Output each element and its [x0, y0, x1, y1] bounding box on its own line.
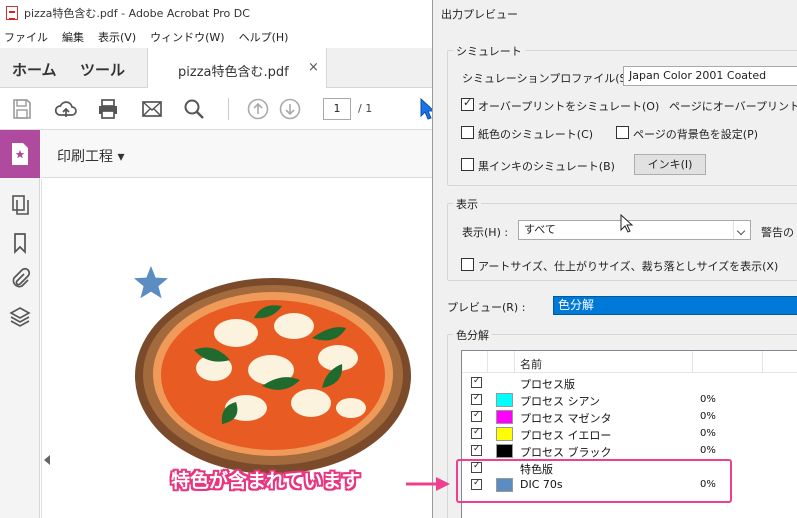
tab-document[interactable]: pizza特色含む.pdf ×	[147, 48, 327, 89]
print-production-rail-button[interactable]	[0, 130, 40, 178]
list-header: 名前	[462, 351, 797, 373]
dialog-title: 出力プレビュー	[441, 8, 518, 21]
layers-icon[interactable]	[8, 305, 32, 329]
collapse-panel-icon[interactable]	[44, 455, 50, 465]
print-production-icon	[12, 143, 28, 165]
profile-value: Japan Color 2001 Coated	[629, 69, 767, 82]
separation-checkbox[interactable]	[471, 376, 482, 388]
menu-bar: ファイル 編集 表示(V) ウィンドウ(W) ヘルプ(H)	[0, 26, 432, 48]
separation-row[interactable]: プロセス イエロー 0%	[462, 426, 797, 443]
tab-bar: ホーム ツール pizza特色含む.pdf ×	[0, 48, 432, 89]
menu-edit[interactable]: 編集	[62, 29, 84, 45]
separation-percent: 0%	[700, 411, 716, 422]
separation-checkbox[interactable]	[471, 427, 482, 439]
tab-home[interactable]: ホーム	[12, 59, 57, 80]
separation-name: プロセス ブラック	[520, 446, 612, 459]
toolbar-divider	[228, 98, 229, 120]
separation-checkbox[interactable]	[471, 393, 482, 405]
color-swatch	[496, 444, 513, 458]
profile-select[interactable]: Japan Color 2001 Coated	[623, 66, 797, 86]
menu-window[interactable]: ウィンドウ(W)	[150, 29, 224, 45]
window-title: pizza特色含む.pdf - Adobe Acrobat Pro DC	[24, 7, 250, 20]
separation-row[interactable]: プロセス ブラック 0%	[462, 443, 797, 460]
tab-tools[interactable]: ツール	[80, 59, 125, 80]
page-total: / 1	[358, 102, 373, 115]
color-swatch	[496, 393, 513, 407]
profile-label: シミュレーションプロファイル(S) :	[462, 72, 638, 85]
separation-percent: 0%	[700, 394, 716, 405]
mouse-cursor-icon	[620, 214, 634, 233]
print-production-dropdown[interactable]: 印刷工程 ▾	[57, 146, 124, 166]
separation-percent: 0%	[700, 428, 716, 439]
callout-text: 特色が含まれています	[171, 470, 361, 492]
left-rail	[0, 130, 40, 518]
menu-file[interactable]: ファイル	[4, 29, 48, 45]
page-background-checkbox[interactable]	[616, 126, 629, 139]
separation-percent: 0%	[700, 445, 716, 456]
show-value: すべて	[524, 223, 556, 236]
menu-view[interactable]: 表示(V)	[98, 29, 136, 45]
simulate-group-label: シミュレート	[453, 43, 525, 59]
color-swatch	[496, 410, 513, 424]
simulate-overprint-label: オーバープリントをシミュレート(O)	[478, 100, 660, 113]
print-production-header: 印刷工程 ▾	[41, 130, 432, 178]
output-preview-dialog: 出力プレビュー シミュレート シミュレーションプロファイル(S) : Japan…	[432, 0, 797, 518]
ink-button[interactable]: インキ(I)	[634, 154, 706, 175]
header-name: 名前	[520, 358, 542, 371]
simulate-overprint-checkbox[interactable]	[461, 96, 474, 111]
spot-color-highlight	[456, 459, 732, 503]
menu-help[interactable]: ヘルプ(H)	[239, 29, 289, 45]
column-divider	[514, 351, 515, 373]
toolbar: 1 / 1	[0, 88, 432, 130]
page-overprint-label: ページにオーバープリントが	[669, 100, 797, 113]
separation-row[interactable]: プロセス マゼンタ 0%	[462, 409, 797, 426]
attachment-icon[interactable]	[8, 267, 32, 291]
artsize-label: アートサイズ、仕上がりサイズ、裁ち落としサイズを表示(X)	[478, 260, 779, 273]
title-bar: pizza特色含む.pdf - Adobe Acrobat Pro DC	[0, 0, 432, 26]
print-icon[interactable]	[96, 97, 120, 121]
artsize-checkbox[interactable]	[461, 258, 474, 271]
pdf-file-icon	[6, 6, 18, 20]
separation-checkbox[interactable]	[471, 444, 482, 456]
black-ink-checkbox[interactable]	[461, 158, 474, 171]
upload-icon[interactable]	[54, 97, 78, 121]
bookmark-icon[interactable]	[8, 231, 32, 255]
pages-icon[interactable]	[8, 193, 32, 217]
tab-document-label: pizza特色含む.pdf	[178, 65, 289, 80]
page-down-icon[interactable]	[278, 97, 302, 121]
search-icon[interactable]	[182, 97, 206, 121]
black-ink-label: 黒インキのシミュレート(B)	[478, 160, 615, 173]
separation-row[interactable]: プロセス版	[462, 375, 797, 392]
warning-label: 警告の	[761, 226, 794, 239]
paper-color-checkbox[interactable]	[461, 126, 474, 139]
preview-select[interactable]: 色分解	[553, 296, 797, 315]
color-swatch	[496, 427, 513, 441]
separation-name: プロセス シアン	[520, 395, 601, 408]
save-icon[interactable]	[10, 97, 34, 121]
acrobat-window: pizza特色含む.pdf - Adobe Acrobat Pro DC ファイ…	[0, 0, 432, 518]
column-divider	[692, 351, 693, 373]
display-group-label: 表示	[453, 196, 481, 212]
page-number-input[interactable]: 1	[323, 98, 351, 120]
separation-checkbox[interactable]	[471, 410, 482, 422]
callout-arrow-icon	[406, 477, 450, 491]
mail-icon[interactable]	[140, 97, 164, 121]
preview-label: プレビュー(R) :	[447, 301, 526, 314]
column-divider	[762, 351, 763, 373]
show-label: 表示(H) :	[462, 226, 509, 239]
show-select[interactable]: すべて	[518, 220, 751, 240]
close-icon[interactable]: ×	[308, 60, 319, 75]
chevron-down-icon[interactable]	[733, 221, 750, 239]
separation-row[interactable]: プロセス シアン 0%	[462, 392, 797, 409]
cursor-arrow-icon[interactable]	[420, 98, 432, 120]
separation-name: プロセス イエロー	[520, 429, 612, 442]
paper-color-label: 紙色のシミュレート(C)	[478, 128, 594, 141]
separations-group-label: 色分解	[453, 327, 492, 343]
separation-name: プロセス版	[520, 378, 575, 391]
separation-name: プロセス マゼンタ	[520, 412, 612, 425]
page-up-icon[interactable]	[246, 97, 270, 121]
page-background-label: ページの背景色を設定(P)	[633, 128, 758, 141]
column-divider	[487, 351, 488, 373]
